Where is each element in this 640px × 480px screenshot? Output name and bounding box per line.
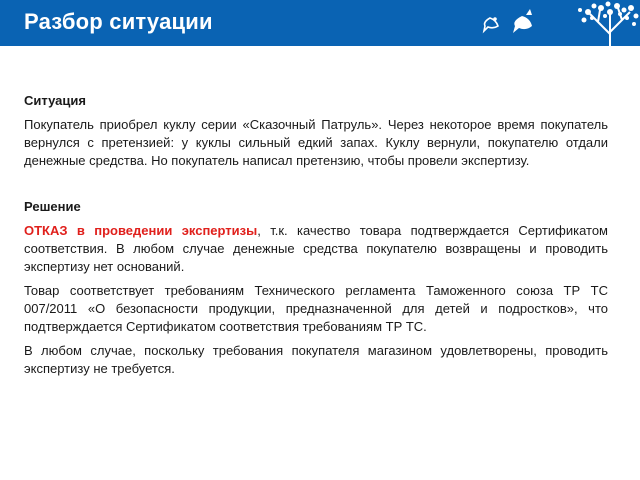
bird-icon [513,9,532,33]
header-bar: Разбор ситуации [0,0,640,46]
bird-icon [482,17,499,34]
slide-content: Ситуация Покупатель приобрел куклу серии… [24,92,608,384]
refusal-highlight: ОТКАЗ в проведении экспертизы [24,223,258,238]
situation-text: Покупатель приобрел куклу серии «Сказочн… [24,117,608,168]
header-decoration [482,1,639,46]
solution-paragraph-1: ОТКАЗ в проведении экспертизы, т.к. каче… [24,222,608,276]
page-title: Разбор ситуации [24,9,213,34]
solution-paragraph-3: В любом случае, поскольку требования пок… [24,343,608,376]
solution-heading: Решение [24,199,81,214]
solution-paragraph-2: Товар соответствует требованиям Техничес… [24,283,608,334]
situation-heading: Ситуация [24,93,86,108]
